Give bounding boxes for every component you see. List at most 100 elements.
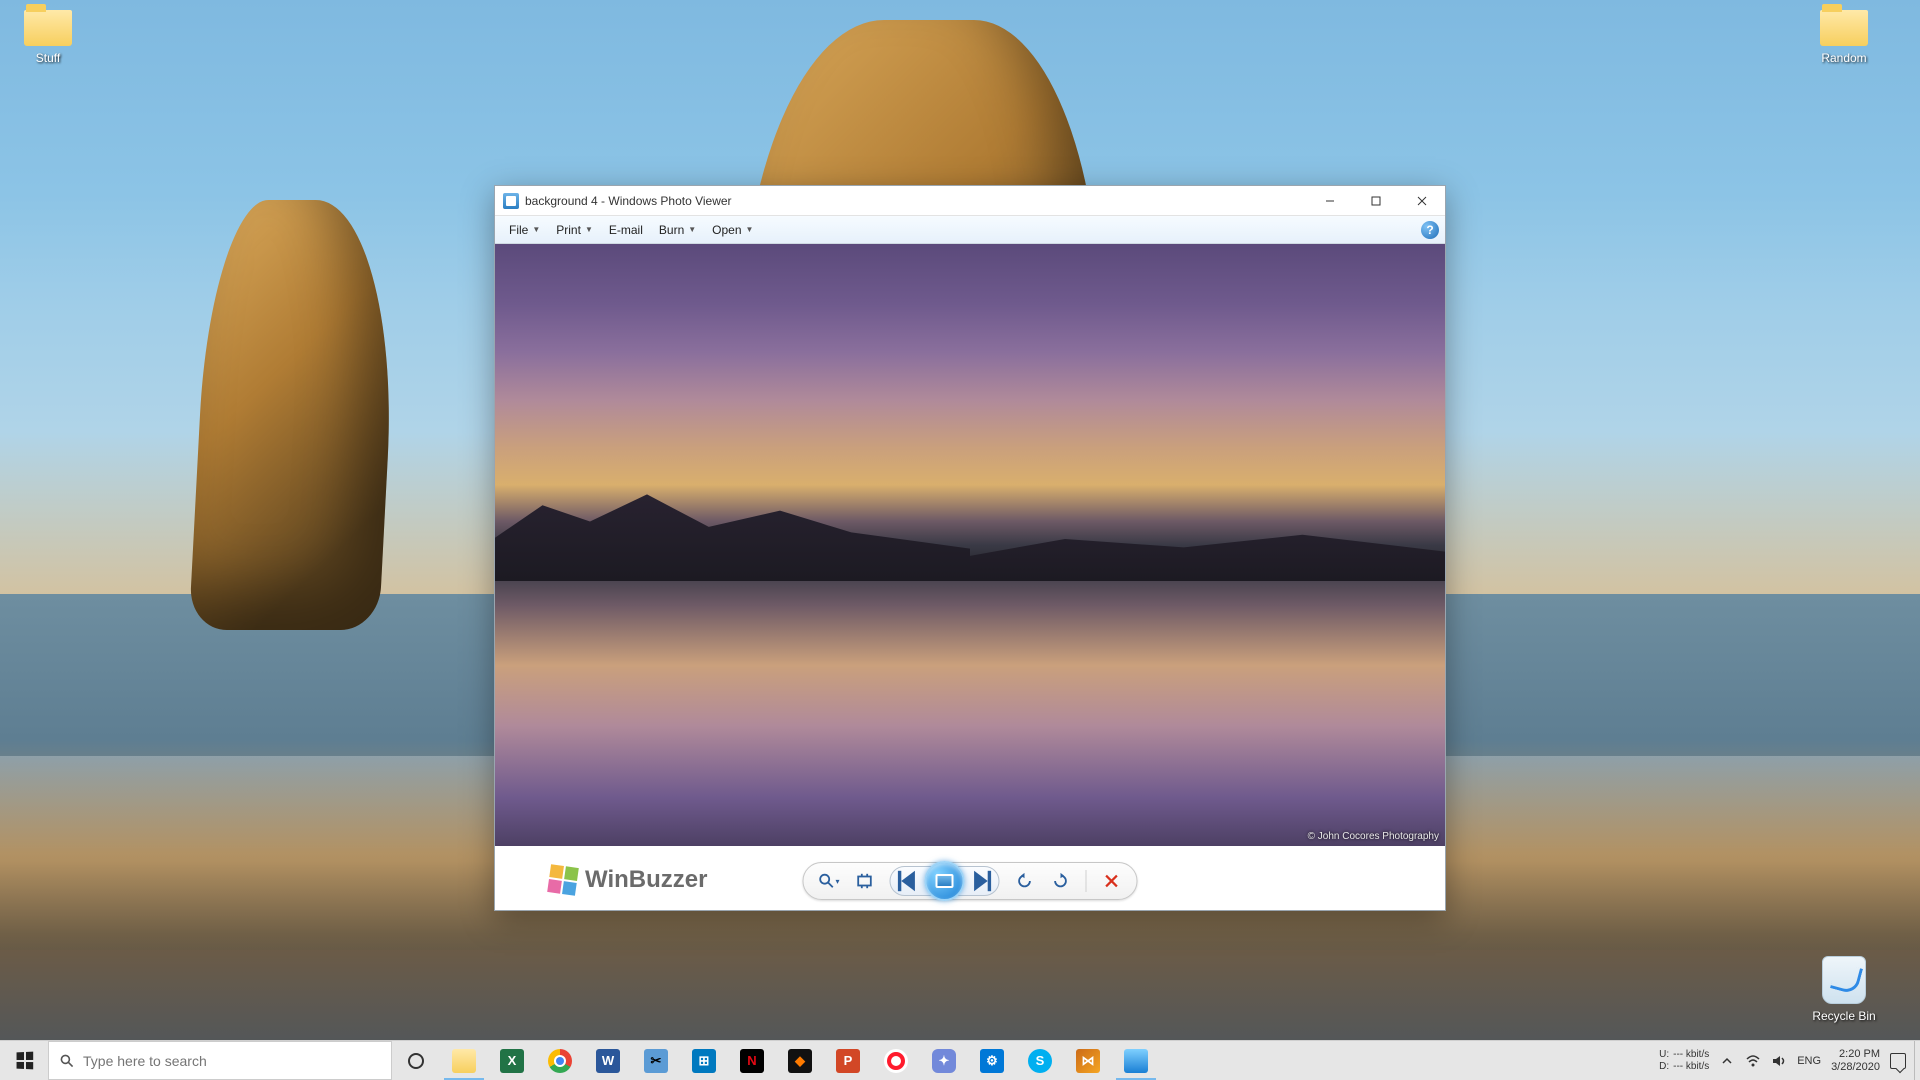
net-up-value: --- kbit/s xyxy=(1673,1049,1709,1061)
menu-print[interactable]: Print ▼ xyxy=(548,220,601,240)
titlebar[interactable]: background 4 - Windows Photo Viewer xyxy=(495,186,1445,216)
taskbar-app-snip[interactable]: ✂ xyxy=(632,1041,680,1080)
show-desktop-button[interactable] xyxy=(1914,1041,1920,1080)
chevron-down-icon: ▼ xyxy=(532,225,540,234)
menu-burn[interactable]: Burn ▼ xyxy=(651,220,704,240)
watermark-logo-icon xyxy=(547,864,579,896)
menu-email[interactable]: E-mail xyxy=(601,220,651,240)
help-icon: ? xyxy=(1426,223,1433,237)
taskbar-app-settings[interactable]: ⚙ xyxy=(968,1041,1016,1080)
image-content xyxy=(970,497,1445,581)
clock-date: 3/28/2020 xyxy=(1831,1061,1880,1074)
chevron-down-icon: ▼ xyxy=(688,225,696,234)
taskbar-app-word[interactable]: W xyxy=(584,1041,632,1080)
chevron-up-icon xyxy=(1721,1055,1733,1067)
delete-button[interactable] xyxy=(1101,870,1123,892)
image-viewport[interactable]: © John Cocores Photography xyxy=(495,244,1445,846)
wifi-icon xyxy=(1745,1053,1761,1069)
wallpaper-rock-left xyxy=(189,200,402,630)
taskbar-app-vs[interactable]: ⋈ xyxy=(1064,1041,1112,1080)
file-explorer-icon xyxy=(452,1049,476,1073)
desktop-icon-label: Stuff xyxy=(10,50,86,66)
magnifier-icon xyxy=(818,872,836,890)
desktop-icon-random[interactable]: Random xyxy=(1806,10,1882,66)
menu-open[interactable]: Open ▼ xyxy=(704,220,761,240)
net-down-label: D: xyxy=(1659,1061,1669,1073)
action-center-button[interactable] xyxy=(1890,1053,1906,1069)
slideshow-button[interactable] xyxy=(925,861,965,901)
slideshow-icon xyxy=(936,874,954,888)
taskbar-app-discord[interactable]: ✦ xyxy=(920,1041,968,1080)
close-button[interactable] xyxy=(1399,186,1445,216)
maximize-button[interactable] xyxy=(1353,186,1399,216)
taskbar-app-skype[interactable]: S xyxy=(1016,1041,1064,1080)
chevron-down-icon: ▾ xyxy=(835,877,839,886)
tray-volume[interactable] xyxy=(1771,1053,1787,1069)
taskbar-app-photo-viewer[interactable] xyxy=(1112,1041,1160,1080)
zoom-button[interactable]: ▾ xyxy=(818,870,840,892)
taskbar-app-powerpoint[interactable]: P xyxy=(824,1041,872,1080)
task-view-button[interactable] xyxy=(392,1041,440,1080)
taskbar-app-excel[interactable]: X xyxy=(488,1041,536,1080)
rotate-cw-button[interactable] xyxy=(1050,870,1072,892)
start-button[interactable] xyxy=(0,1041,48,1080)
close-icon xyxy=(1417,196,1427,206)
tray-overflow-button[interactable] xyxy=(1719,1053,1735,1069)
tray-clock[interactable]: 2:20 PM 3/28/2020 xyxy=(1831,1048,1880,1074)
desktop-icon-stuff[interactable]: Stuff xyxy=(10,10,86,66)
opera-icon xyxy=(884,1049,908,1073)
window-title: background 4 - Windows Photo Viewer xyxy=(525,194,732,208)
watermark: WinBuzzer xyxy=(549,866,707,894)
previous-icon xyxy=(895,864,929,898)
net-up-label: U: xyxy=(1659,1049,1669,1061)
recycle-bin-icon xyxy=(1822,956,1866,1004)
next-icon xyxy=(961,864,995,898)
menu-label: Print xyxy=(556,223,581,237)
search-input[interactable] xyxy=(83,1053,381,1069)
taskbar-app-game[interactable]: ◆ xyxy=(776,1041,824,1080)
taskbar-app-trello[interactable]: ⊞ xyxy=(680,1041,728,1080)
search-icon xyxy=(59,1053,75,1069)
word-icon: W xyxy=(596,1049,620,1073)
taskbar-search[interactable] xyxy=(48,1041,392,1080)
clock-time: 2:20 PM xyxy=(1831,1048,1880,1061)
photo-viewer-window[interactable]: background 4 - Windows Photo Viewer File… xyxy=(494,185,1446,911)
image-content xyxy=(495,473,970,581)
delete-icon xyxy=(1103,872,1121,890)
menu-label: E-mail xyxy=(609,223,643,237)
excel-icon: X xyxy=(500,1049,524,1073)
separator xyxy=(1086,870,1087,892)
taskbar-app-netflix[interactable]: N xyxy=(728,1041,776,1080)
chrome-icon xyxy=(548,1049,572,1073)
taskbar-app-opera[interactable] xyxy=(872,1041,920,1080)
rotate-cw-icon xyxy=(1052,872,1070,890)
chevron-down-icon: ▼ xyxy=(746,225,754,234)
tray-wifi[interactable] xyxy=(1745,1053,1761,1069)
taskbar-app-explorer[interactable] xyxy=(440,1041,488,1080)
menu-label: File xyxy=(509,223,528,237)
menu-file[interactable]: File ▼ xyxy=(501,220,548,240)
previous-button[interactable] xyxy=(895,868,929,894)
taskbar-app-chrome[interactable] xyxy=(536,1041,584,1080)
minimize-icon xyxy=(1325,196,1335,206)
menubar: File ▼ Print ▼ E-mail Burn ▼ Open ▼ ? xyxy=(495,216,1445,244)
snip-icon: ✂ xyxy=(644,1049,668,1073)
fit-icon xyxy=(856,872,874,890)
fit-to-window-button[interactable] xyxy=(854,870,876,892)
minimize-button[interactable] xyxy=(1307,186,1353,216)
network-meter[interactable]: U:--- kbit/s D:--- kbit/s xyxy=(1659,1049,1709,1073)
chevron-down-icon: ▼ xyxy=(585,225,593,234)
rotate-ccw-button[interactable] xyxy=(1014,870,1036,892)
volume-icon xyxy=(1771,1053,1787,1069)
visual-studio-icon: ⋈ xyxy=(1076,1049,1100,1073)
app-icon xyxy=(503,193,519,209)
desktop-icon-recycle-bin[interactable]: Recycle Bin xyxy=(1806,956,1882,1024)
watermark-text: WinBuzzer xyxy=(585,866,707,894)
next-button[interactable] xyxy=(961,868,995,894)
help-button[interactable]: ? xyxy=(1421,221,1439,239)
taskbar: X W ✂ ⊞ N ◆ P ✦ ⚙ S ⋈ U:--- kbit/s D:---… xyxy=(0,1040,1920,1080)
photo-viewer-icon xyxy=(1124,1049,1148,1073)
task-view-icon xyxy=(406,1051,426,1071)
tray-language[interactable]: ENG xyxy=(1797,1053,1821,1069)
powerpoint-icon: P xyxy=(836,1049,860,1073)
